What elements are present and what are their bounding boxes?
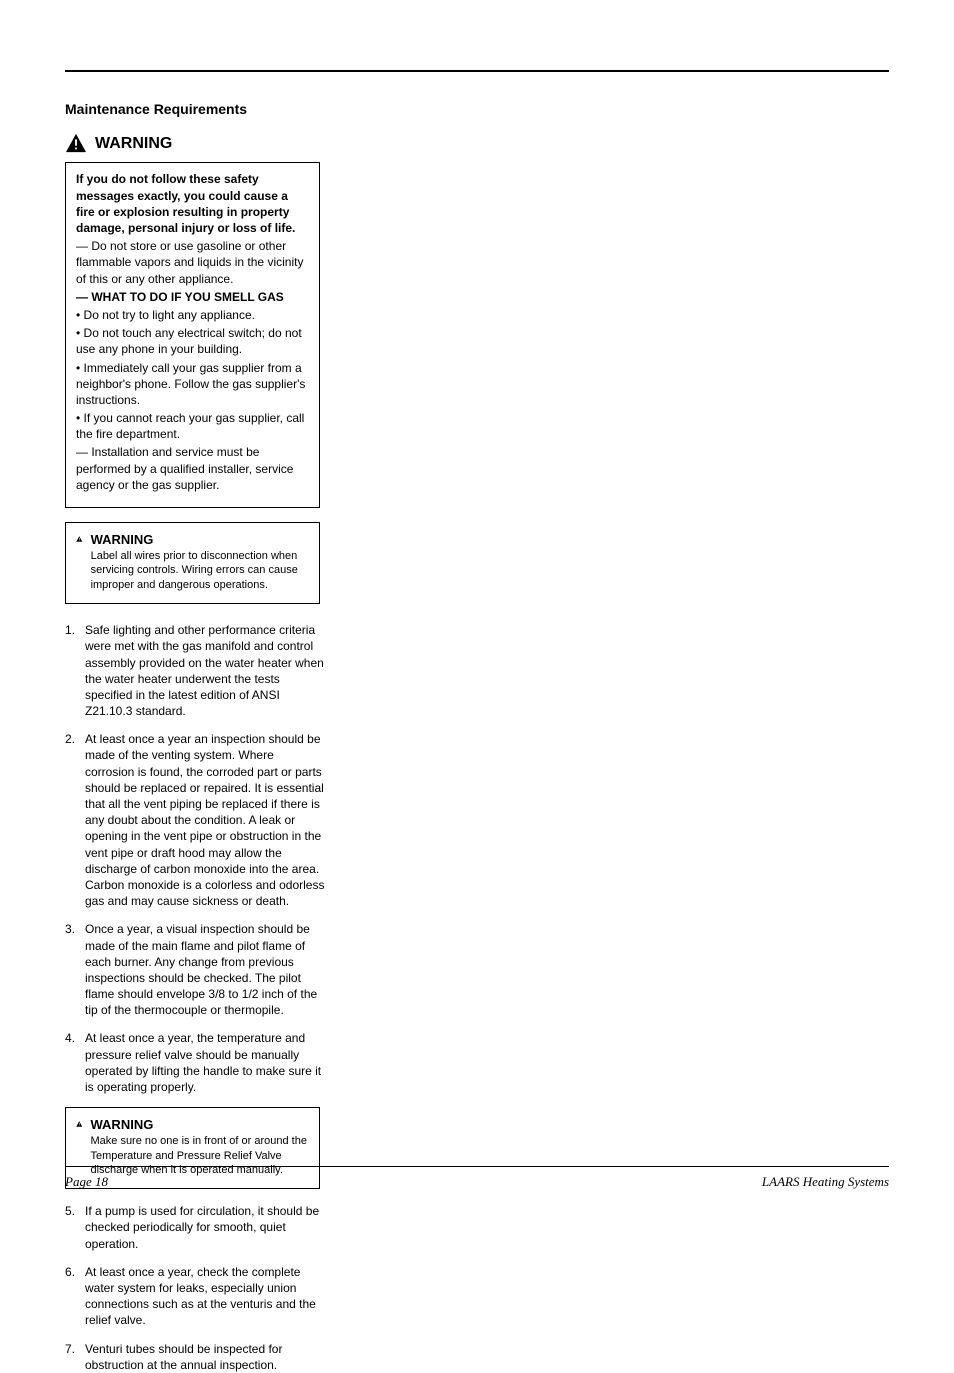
list-item: 3. Once a year, a visual inspection shou… <box>65 921 325 1018</box>
step-text: At least once a year, check the complete… <box>85 1264 325 1329</box>
list-item: 4. At least once a year, the temperature… <box>65 1030 325 1095</box>
safety-do1: • Do not try to light any appliance. <box>76 307 309 323</box>
step-num: 2. <box>65 731 79 909</box>
list-item: 6. At least once a year, check the compl… <box>65 1264 325 1329</box>
safety-do3: • Immediately call your gas supplier fro… <box>76 360 309 409</box>
safety-whattodo-label: — WHAT TO DO IF YOU SMELL GAS <box>76 289 309 305</box>
warning-row: WARNING <box>65 133 889 155</box>
footer-left: Page 18 <box>65 1173 108 1191</box>
embedded-warning-body: Label all wires prior to disconnection w… <box>91 549 309 594</box>
step-text: At least once a year an inspection shoul… <box>85 731 325 909</box>
footer-right: LAARS Heating Systems <box>762 1173 889 1191</box>
list-item: 5. If a pump is used for circulation, it… <box>65 1203 325 1252</box>
steps-list: 1. Safe lighting and other performance c… <box>65 622 325 1095</box>
warning-label: WARNING <box>95 133 172 155</box>
safety-intro: If you do not follow these safety messag… <box>76 171 309 236</box>
step-num: 3. <box>65 921 79 1018</box>
step-num: 7. <box>65 1341 79 1373</box>
section-heading: Maintenance Requirements <box>65 100 889 119</box>
embedded-warning-box: WARNING Label all wires prior to disconn… <box>65 522 320 604</box>
step-text: At least once a year, the temperature an… <box>85 1030 325 1095</box>
step-warning-label: WARNING <box>90 1116 309 1134</box>
step-num: 4. <box>65 1030 79 1095</box>
list-item: 2. At least once a year an inspection sh… <box>65 731 325 909</box>
step-text: Venturi tubes should be inspected for ob… <box>85 1341 325 1373</box>
safety-do2: • Do not touch any electrical switch; do… <box>76 325 309 357</box>
steps-list-continued: 5. If a pump is used for circulation, it… <box>65 1203 325 1373</box>
safety-do4: • If you cannot reach your gas supplier,… <box>76 410 309 442</box>
step-text: If a pump is used for circulation, it sh… <box>85 1203 325 1252</box>
top-rule <box>65 70 889 72</box>
embedded-warning-label: WARNING <box>91 531 309 549</box>
safety-box: If you do not follow these safety messag… <box>65 162 320 508</box>
list-item: 1. Safe lighting and other performance c… <box>65 622 325 719</box>
page-footer: Page 18 LAARS Heating Systems <box>65 1166 889 1191</box>
warning-triangle-icon <box>76 531 83 547</box>
step-num: 6. <box>65 1264 79 1329</box>
step-text: Safe lighting and other performance crit… <box>85 622 325 719</box>
safety-bullet-1: — Do not store or use gasoline or other … <box>76 238 309 287</box>
step-text: Once a year, a visual inspection should … <box>85 921 325 1018</box>
list-item: 7. Venturi tubes should be inspected for… <box>65 1341 325 1373</box>
step-num: 1. <box>65 622 79 719</box>
warning-triangle-icon <box>65 133 87 153</box>
safety-closing: — Installation and service must be perfo… <box>76 444 309 493</box>
warning-triangle-icon <box>76 1116 82 1132</box>
step-num: 5. <box>65 1203 79 1252</box>
